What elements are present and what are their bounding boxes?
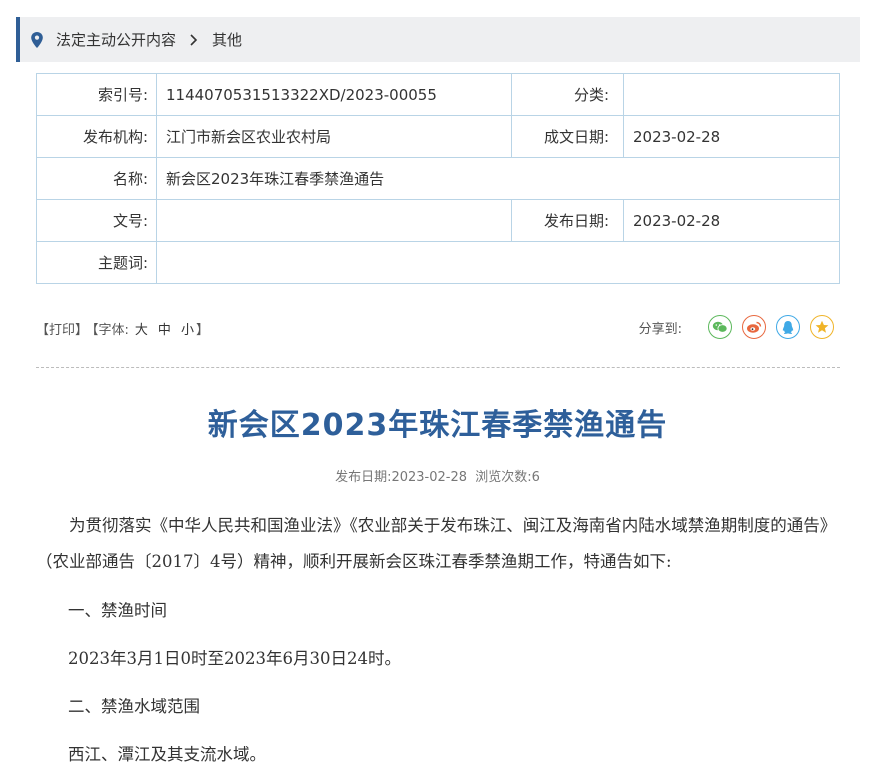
font-medium-button[interactable]: 中 <box>158 323 171 338</box>
publish-date-label: 发布日期: <box>511 199 624 242</box>
share-bar: 分享到: <box>639 315 834 339</box>
article-body: 为贯彻落实《中华人民共和国渔业法》《农业部关于发布珠江、闽江及海南省内陆水域禁渔… <box>36 508 836 766</box>
article-paragraph: 西江、潭江及其支流水域。 <box>68 745 266 764</box>
table-row: 索引号: 1144070531513322XD/2023-00055 分类: <box>36 73 840 116</box>
divider <box>36 367 840 368</box>
publisher-value: 江门市新会区农业农村局 <box>156 115 512 158</box>
table-row: 文号: 发布日期: 2023-02-28 <box>36 199 840 242</box>
created-date-label: 成文日期: <box>511 115 624 158</box>
article-toolbar: 【打印】 【字体: 大中小】 分享到: <box>36 315 840 339</box>
section-heading: 一、禁渔时间 <box>68 601 167 620</box>
doc-number-label: 文号: <box>36 199 157 242</box>
breadcrumb-level1-link[interactable]: 法定主动公开内容 <box>56 29 176 50</box>
name-label: 名称: <box>36 157 157 200</box>
keywords-label: 主题词: <box>36 241 157 284</box>
breadcrumb-level2-link[interactable]: 其他 <box>212 29 242 50</box>
print-font-tools: 【打印】 【字体: 大中小】 <box>36 319 213 338</box>
article-title: 新会区2023年珠江春季禁渔通告 <box>207 408 668 443</box>
share-label: 分享到: <box>638 321 682 337</box>
section-heading: 二、禁渔水域范围 <box>68 697 200 716</box>
page: 法定主动公开内容 其他 索引号: 1144070531513322XD/2023… <box>0 0 875 772</box>
table-row: 主题词: <box>36 241 840 284</box>
category-value <box>623 73 840 116</box>
keywords-value <box>156 241 840 284</box>
doc-number-value <box>156 199 512 242</box>
qq-icon[interactable] <box>776 315 800 339</box>
metadata-table: 索引号: 1144070531513322XD/2023-00055 分类: 发… <box>36 73 840 284</box>
print-button[interactable]: 【打印】 <box>36 323 88 338</box>
table-row: 名称: 新会区2023年珠江春季禁渔通告 <box>36 157 840 200</box>
font-large-button[interactable]: 大 <box>135 323 148 338</box>
index-value: 1144070531513322XD/2023-00055 <box>156 73 512 116</box>
wechat-icon[interactable] <box>708 315 732 339</box>
location-pin-icon <box>30 31 44 49</box>
font-size-suffix: 】 <box>195 323 209 338</box>
category-label: 分类: <box>511 73 624 116</box>
qzone-icon[interactable] <box>810 315 834 339</box>
breadcrumb: 法定主动公开内容 其他 <box>16 17 860 62</box>
article-paragraph: 为贯彻落实《中华人民共和国渔业法》《农业部关于发布珠江、闽江及海南省内陆水域禁渔… <box>36 516 828 571</box>
article-paragraph: 2023年3月1日0时至2023年6月30日24时。 <box>68 649 401 668</box>
publisher-label: 发布机构: <box>36 115 157 158</box>
publish-date-value: 2023-02-28 <box>623 199 840 242</box>
article-publish-info: 发布日期:2023-02-28 浏览次数:6 <box>335 470 540 485</box>
weibo-icon[interactable] <box>742 315 766 339</box>
name-value: 新会区2023年珠江春季禁渔通告 <box>156 157 840 200</box>
font-small-button[interactable]: 小 <box>181 323 194 338</box>
font-size-prefix: 【字体: <box>92 323 129 338</box>
chevron-right-icon <box>186 33 200 47</box>
table-row: 发布机构: 江门市新会区农业农村局 成文日期: 2023-02-28 <box>36 115 840 158</box>
created-date-value: 2023-02-28 <box>623 115 840 158</box>
index-label: 索引号: <box>36 73 157 116</box>
